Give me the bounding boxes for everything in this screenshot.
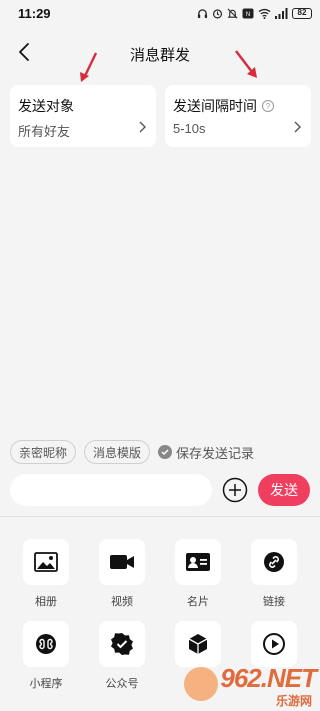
check-icon: [158, 445, 173, 459]
nickname-chip[interactable]: 亲密昵称: [10, 440, 77, 464]
send-interval-value: 5-10s: [173, 121, 206, 136]
watermark-logo: 962.NET 乐游网: [184, 663, 317, 709]
official-account-icon: [111, 633, 133, 655]
link-icon: [264, 552, 284, 572]
tool-album[interactable]: 相册: [16, 539, 76, 609]
message-input[interactable]: [10, 474, 212, 506]
tool-official-account[interactable]: 公众号: [92, 621, 152, 691]
chevron-right-icon: [139, 121, 146, 133]
status-bar: 11:29 N 82: [0, 0, 320, 26]
image-icon: [34, 552, 58, 572]
nfc-icon: N: [242, 8, 254, 18]
alarm-icon: [212, 8, 223, 18]
signal-icon: [275, 7, 288, 19]
wifi-icon: [258, 8, 271, 19]
status-time: 11:29: [18, 6, 51, 21]
tool-contact-card[interactable]: 名片: [168, 539, 228, 609]
tool-video[interactable]: 视频: [92, 539, 152, 609]
template-chip[interactable]: 消息模版: [84, 440, 151, 464]
header: 消息群发: [0, 26, 320, 78]
chevron-right-icon: [294, 121, 301, 133]
tool-label: 小程序: [29, 678, 63, 690]
tool-mini-program[interactable]: 小程序: [16, 621, 76, 691]
tool-label: 链接: [263, 596, 285, 608]
box-icon: [188, 634, 208, 654]
play-icon: [263, 633, 285, 655]
send-interval-title: 发送间隔时间?: [173, 96, 274, 116]
status-icons: N 82: [197, 6, 312, 20]
mini-program-icon: [36, 634, 56, 654]
send-button[interactable]: 发送: [258, 474, 310, 506]
save-record-toggle[interactable]: 保存发送记录: [158, 443, 254, 462]
watermark-text: 962.NET: [220, 663, 317, 693]
send-target-card[interactable]: 发送对象 所有好友: [10, 85, 156, 147]
composer: 发送: [10, 474, 310, 506]
headphones-icon: [197, 8, 208, 18]
help-icon[interactable]: ?: [262, 100, 274, 112]
page-title: 消息群发: [129, 47, 190, 64]
video-icon: [110, 555, 134, 569]
watermark-subtext: 乐游网: [275, 694, 312, 708]
send-target-value: 所有好友: [18, 124, 71, 139]
bell-icon: [227, 8, 238, 18]
add-circle-icon[interactable]: [222, 477, 248, 503]
tool-label: 公众号: [105, 678, 139, 690]
svg-text:N: N: [246, 12, 250, 18]
tool-link[interactable]: 链接: [244, 539, 304, 609]
battery-icon: 82: [292, 7, 312, 19]
quick-options: 亲密昵称 消息模版 保存发送记录: [10, 440, 254, 464]
contact-card-icon: [186, 553, 210, 571]
tool-label: 相册: [35, 596, 57, 608]
annotation-arrow-icon: [80, 52, 98, 82]
annotation-arrow-icon: [235, 50, 257, 78]
send-target-title: 发送对象: [18, 98, 74, 114]
tool-label: 视频: [111, 596, 133, 608]
send-interval-card[interactable]: 发送间隔时间? 5-10s: [165, 85, 311, 147]
tool-label: 名片: [187, 596, 209, 608]
save-record-label: 保存发送记录: [176, 445, 255, 461]
watermark-ball: [184, 667, 218, 701]
